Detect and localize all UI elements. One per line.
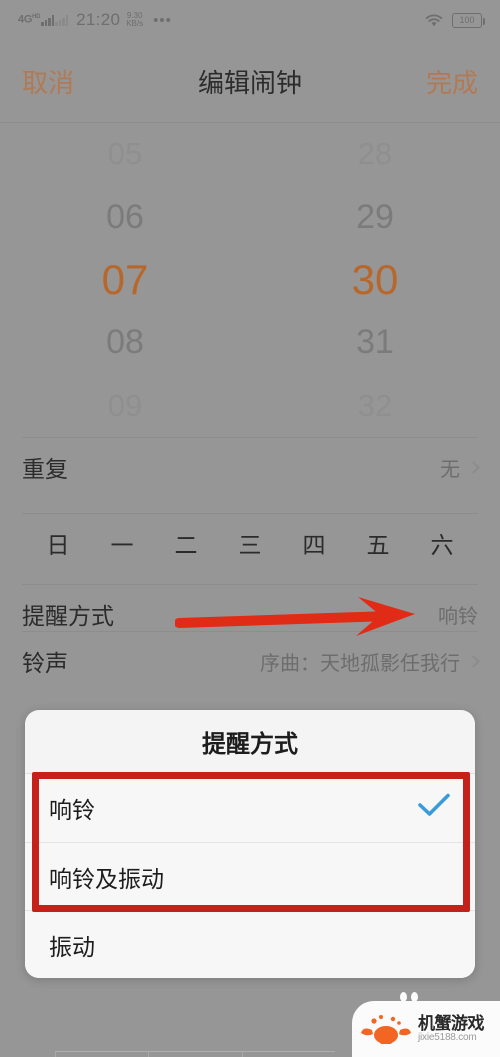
minute-option[interactable]: 32 [250,374,500,437]
minute-option[interactable]: 29 [250,186,500,249]
minute-option[interactable]: 28 [250,123,500,186]
weekday-sat[interactable]: 六 [410,526,474,560]
reminder-method-label: 提醒方式 [22,603,114,629]
weekday-wed[interactable]: 三 [218,526,282,560]
network-speed-indicator: 9.30 KB/s [126,10,144,28]
check-icon [417,792,451,824]
weekday-thu[interactable]: 四 [282,526,346,560]
minute-wheel[interactable]: 28 29 30 31 32 [250,123,500,437]
repeat-label: 重复 [22,456,68,482]
wifi-icon [425,14,443,27]
dialog-option-label: 振动 [49,933,95,960]
cellular-group: 4GHD [18,13,69,26]
status-bar-clock: 21:20 [76,10,121,29]
repeat-value-group: 无 [440,453,480,482]
ringtone-value-group: 序曲：天地孤影任我行 [260,647,480,676]
weekday-selector[interactable]: 日 一 二 三 四 五 六 [0,513,500,573]
weekday-mon[interactable]: 一 [90,526,154,560]
chevron-right-icon [467,460,480,474]
weekday-tue[interactable]: 二 [154,526,218,560]
watermark-name: 机蟹游戏 [418,1013,485,1033]
cancel-button[interactable]: 取消 [22,63,74,100]
hour-option[interactable]: 09 [0,374,250,437]
time-picker[interactable]: 05 06 07 08 09 28 29 30 31 32 [0,123,500,437]
dialog-option-label: 响铃 [49,797,95,823]
ringtone-value: 序曲：天地孤影任我行 [260,652,460,675]
weekday-fri[interactable]: 五 [346,526,410,560]
dialog-option-ring[interactable]: 响铃 [25,774,475,842]
done-button[interactable]: 完成 [426,63,478,100]
hour-wheel[interactable]: 05 06 07 08 09 [0,123,250,437]
hour-option[interactable]: 08 [0,311,250,374]
row-repeat[interactable]: 重复 无 [0,437,500,497]
status-bar-right: 100 [423,12,485,28]
reminder-method-dialog[interactable]: 提醒方式 响铃 响铃及振动 振动 [25,710,475,978]
status-bar-left: 4GHD 21:20 9.30 KB/s ••• [18,10,172,30]
signal-bars-secondary-icon [55,14,69,26]
crab-logo-icon [361,1015,411,1044]
hour-option[interactable]: 06 [0,186,250,249]
minute-option[interactable]: 31 [250,311,500,374]
status-overflow-icon: ••• [153,11,172,29]
watermark-text: 机蟹游戏 jixie5188.com [418,1013,485,1044]
bottom-partial-ui [55,1051,335,1057]
hour-option-selected[interactable]: 07 [0,249,250,312]
network-type-icon: 4GHD [18,13,41,26]
dialog-option-ring-vibrate[interactable]: 响铃及振动 [25,842,475,910]
minute-option-selected[interactable]: 30 [250,249,500,312]
weekday-sun[interactable]: 日 [26,526,90,560]
row-ringtone[interactable]: 铃声 序曲：天地孤影任我行 [0,631,500,691]
chevron-right-icon [467,654,480,668]
watermark-url: jixie5188.com [418,1031,477,1043]
reminder-method-value: 响铃 [438,605,478,628]
status-bar: 4GHD 21:20 9.30 KB/s ••• 100 [0,0,500,40]
battery-icon: 100 [452,12,485,28]
hour-option[interactable]: 05 [0,123,250,186]
signal-bars-icon [41,14,55,26]
dialog-option-vibrate[interactable]: 振动 [25,910,475,978]
ringtone-label: 铃声 [22,650,68,676]
dialog-option-label: 响铃及振动 [49,865,164,892]
crab-ears-icon [400,992,418,1002]
watermark: 机蟹游戏 jixie5188.com [352,992,500,1057]
repeat-value: 无 [440,458,460,481]
navigation-bar: 取消 编辑闹钟 完成 [0,40,500,122]
dialog-title: 提醒方式 [202,731,298,758]
